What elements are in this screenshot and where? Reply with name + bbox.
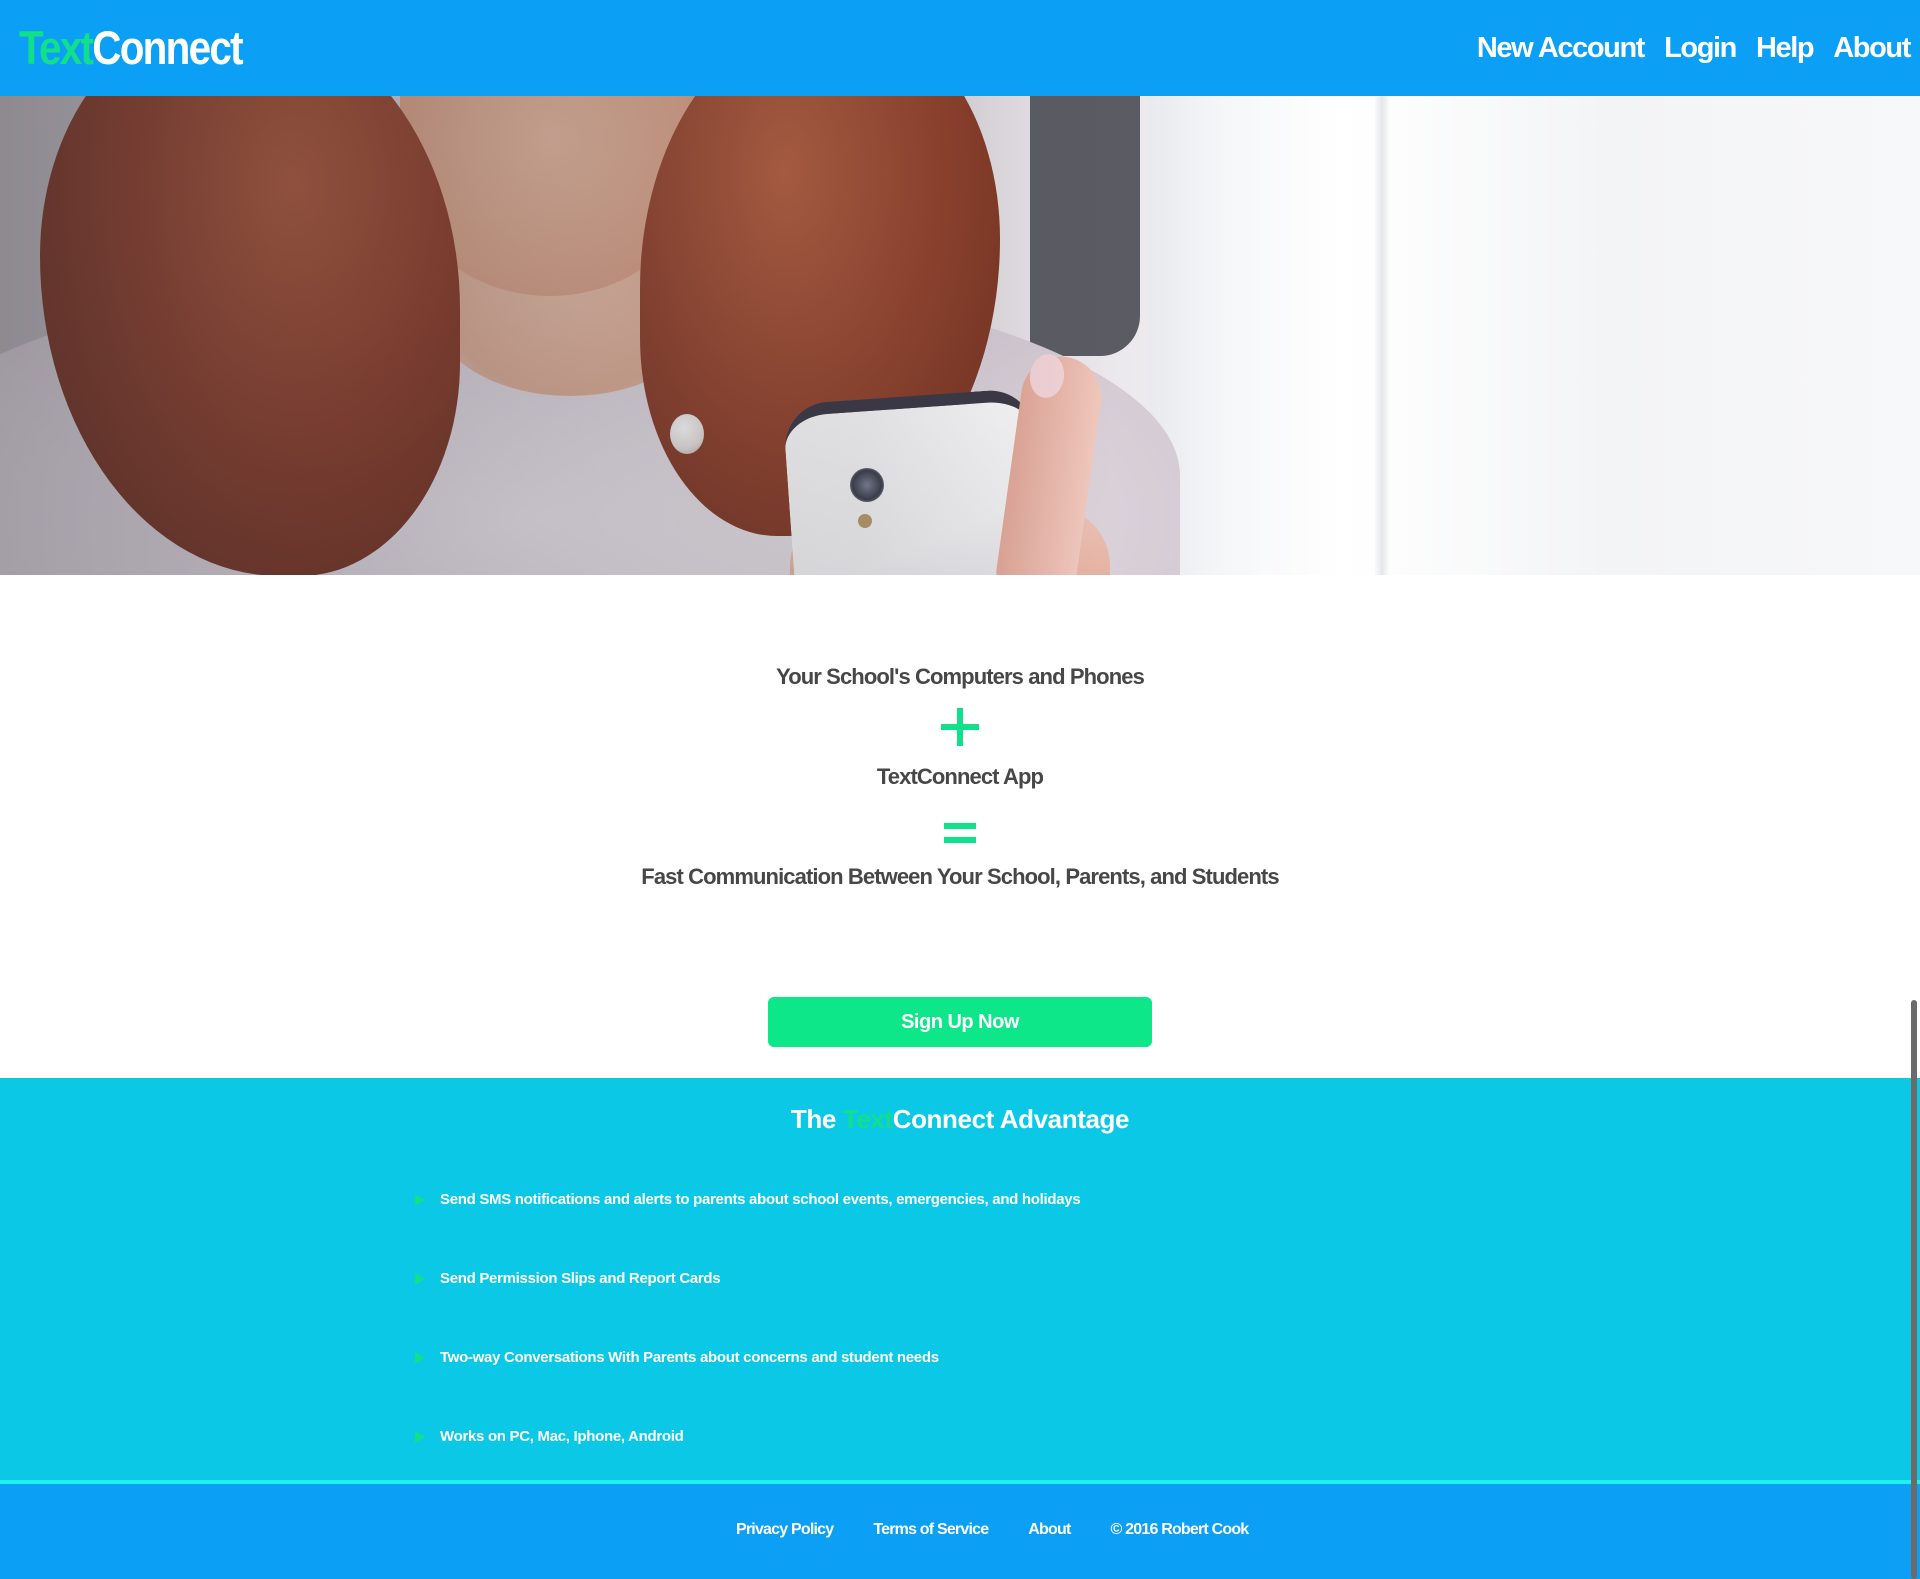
- nav-about[interactable]: About: [1833, 26, 1911, 70]
- footer-about-link[interactable]: About: [1028, 1518, 1071, 1542]
- equation-line-computers: Your School's Computers and Phones: [776, 664, 1145, 689]
- hero-image: [0, 96, 1920, 575]
- scrollbar[interactable]: [1908, 0, 1920, 1579]
- footer-links: Privacy Policy Terms of Service About © …: [736, 1518, 1250, 1542]
- logo-accent: Text: [19, 21, 94, 74]
- main-nav: New Account Login Help About: [1477, 26, 1912, 70]
- value-equation: Your School's Computers and Phones TextC…: [0, 660, 1920, 894]
- advantage-item-text: Send SMS notifications and alerts to par…: [440, 1191, 1081, 1208]
- logo-rest: Connect: [92, 21, 243, 74]
- equation-line-app: TextConnect App: [876, 764, 1044, 789]
- scrollbar-thumb[interactable]: [1911, 1000, 1917, 1579]
- advantage-item-text: Works on PC, Mac, Iphone, Android: [440, 1428, 684, 1445]
- plus-icon: [941, 708, 979, 746]
- triangle-bullet-icon: [415, 1352, 425, 1364]
- hero-shade: [0, 96, 1920, 575]
- footer-privacy-link[interactable]: Privacy Policy: [736, 1518, 834, 1542]
- advantage-item-text: Two-way Conversations With Parents about…: [440, 1349, 939, 1366]
- nav-login[interactable]: Login: [1664, 26, 1737, 70]
- sign-up-button[interactable]: Sign Up Now: [768, 997, 1152, 1047]
- nav-new-account[interactable]: New Account: [1477, 26, 1646, 70]
- triangle-bullet-icon: [415, 1431, 425, 1443]
- equals-wrapper: [0, 794, 1920, 860]
- advantage-title: The TextConnect Advantage: [0, 1104, 1920, 1135]
- list-item: Two-way Conversations With Parents about…: [415, 1348, 1080, 1427]
- advantage-item-text: Send Permission Slips and Report Cards: [440, 1270, 721, 1287]
- site-header: TextConnect New Account Login Help About: [0, 0, 1920, 96]
- list-item: Send SMS notifications and alerts to par…: [415, 1190, 1081, 1269]
- advantage-title-prefix: The: [790, 1104, 843, 1134]
- plus-wrapper: [0, 694, 1920, 760]
- nav-help[interactable]: Help: [1756, 26, 1815, 70]
- equation-line-result: Fast Communication Between Your School, …: [641, 864, 1279, 889]
- advantage-list: Send SMS notifications and alerts to par…: [415, 1190, 1081, 1506]
- equals-icon: [944, 823, 976, 845]
- advantage-section: The TextConnect Advantage Send SMS notif…: [0, 1078, 1920, 1480]
- site-footer: Privacy Policy Terms of Service About © …: [0, 1484, 1920, 1579]
- triangle-bullet-icon: [415, 1194, 425, 1206]
- triangle-bullet-icon: [415, 1273, 425, 1285]
- list-item: Send Permission Slips and Report Cards: [415, 1269, 1080, 1348]
- logo[interactable]: TextConnect: [19, 18, 244, 78]
- footer-copyright: © 2016 Robert Cook: [1110, 1521, 1250, 1538]
- advantage-title-accent: Text: [842, 1104, 893, 1134]
- advantage-title-suffix: Connect Advantage: [892, 1104, 1130, 1134]
- footer-terms-link[interactable]: Terms of Service: [873, 1518, 989, 1542]
